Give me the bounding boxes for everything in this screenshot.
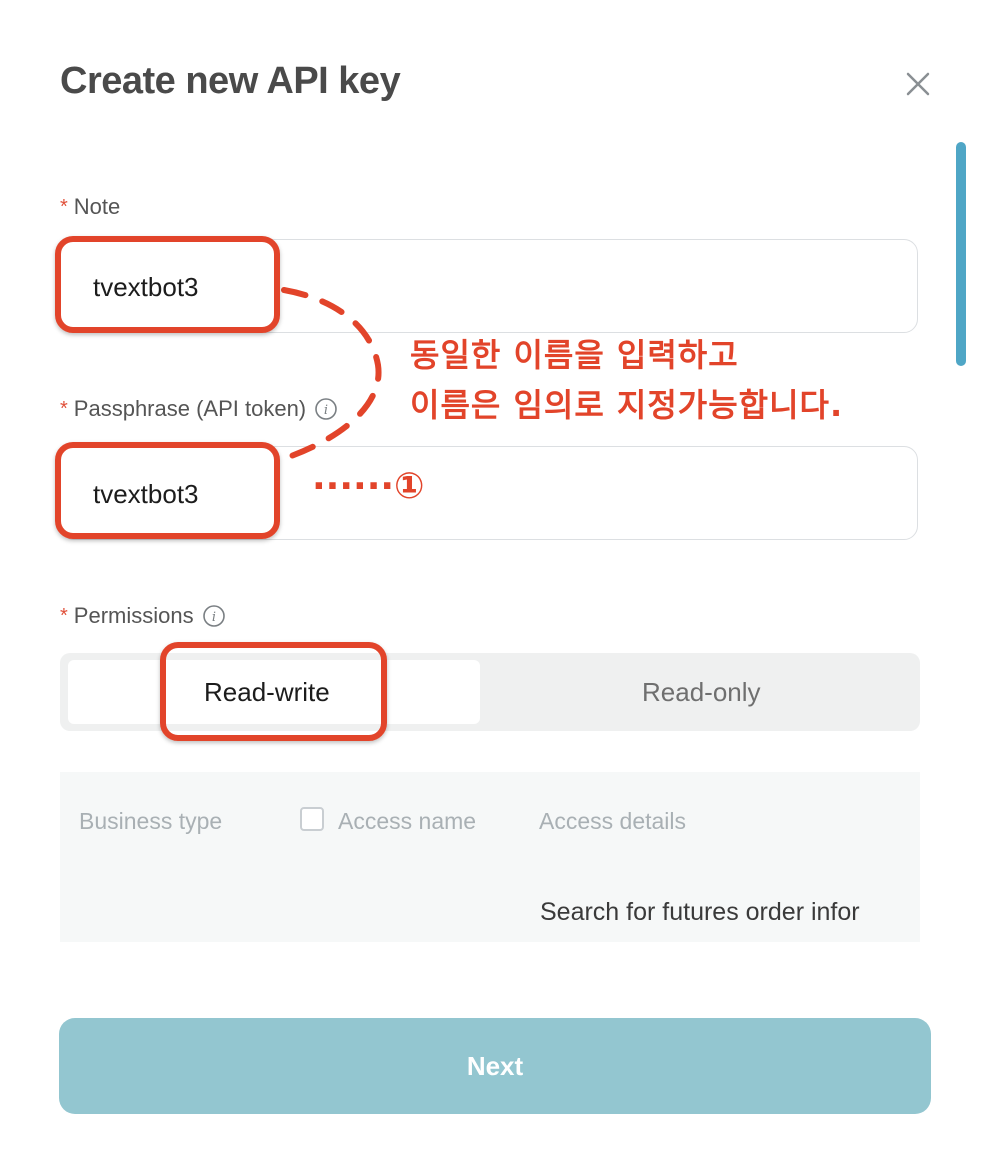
note-label: * Note — [60, 194, 120, 220]
close-icon — [906, 72, 930, 96]
access-details-cell: Search for futures order infor — [540, 898, 860, 926]
create-api-key-dialog: Create new API key * Note tvextbot3 * Pa… — [0, 0, 992, 1172]
column-header-access-name: Access name — [338, 808, 477, 834]
passphrase-label: * Passphrase (API token) i — [60, 396, 338, 422]
info-icon[interactable]: i — [314, 397, 338, 421]
close-button[interactable] — [898, 64, 938, 104]
permission-option-read-only[interactable]: Read-only — [642, 677, 761, 708]
annotation-highlight-note — [55, 236, 280, 333]
info-icon[interactable]: i — [202, 604, 226, 628]
svg-text:i: i — [212, 610, 216, 625]
select-all-checkbox[interactable] — [300, 807, 324, 831]
required-mark: * — [60, 604, 68, 627]
permissions-label-text: Permissions — [73, 603, 194, 628]
column-header-business-type: Business type — [79, 808, 223, 834]
annotation-text: 동일한 이름을 입력하고 이름은 임의로 지정가능합니다. — [410, 330, 843, 430]
annotation-highlight-passphrase — [55, 442, 280, 539]
annotation-line-2: 이름은 임의로 지정가능합니다. — [410, 386, 844, 424]
column-header-access-details: Access details — [539, 808, 687, 834]
scrollbar[interactable] — [956, 142, 966, 366]
svg-text:i: i — [324, 403, 328, 418]
annotation-dashed-connector — [277, 287, 382, 463]
next-button[interactable]: Next — [59, 1018, 931, 1114]
annotation-marker: ······① — [312, 466, 425, 507]
access-table: Business type Access name Access details… — [60, 772, 920, 942]
annotation-line-1: 동일한 이름을 입력하고 — [410, 336, 739, 374]
note-label-text: Note — [73, 194, 121, 219]
annotation-highlight-read-write — [160, 642, 387, 741]
passphrase-label-text: Passphrase (API token) — [73, 396, 307, 421]
dialog-title: Create new API key — [60, 60, 401, 102]
permissions-label: * Permissions i — [60, 603, 226, 629]
required-mark: * — [60, 397, 68, 420]
required-mark: * — [60, 195, 68, 218]
